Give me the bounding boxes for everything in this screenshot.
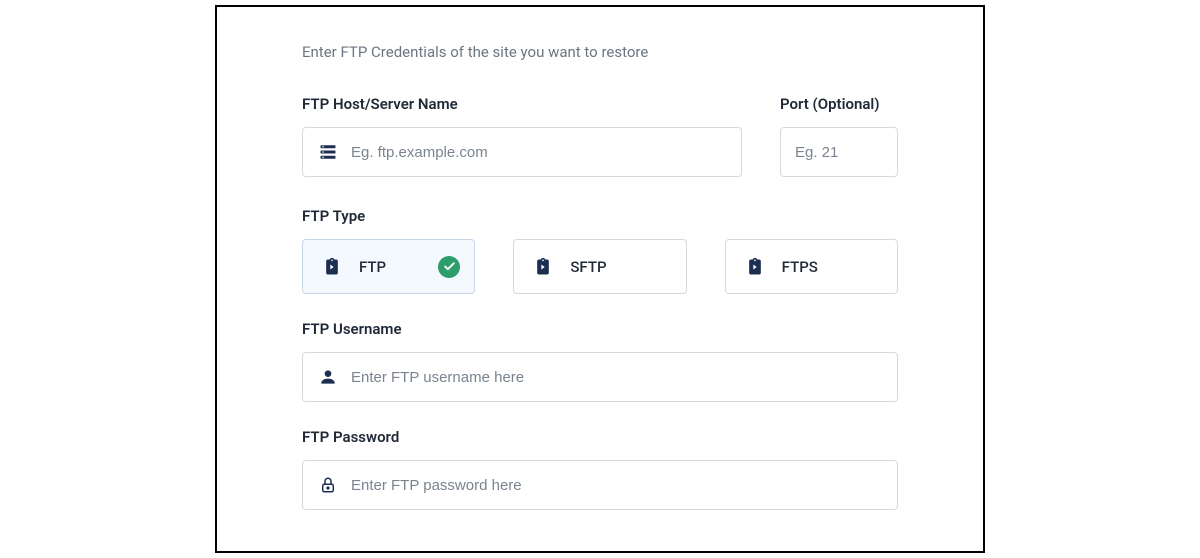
password-input-box[interactable]	[302, 460, 898, 510]
type-option-sftp[interactable]: SFTP	[513, 239, 686, 294]
username-section: FTP Username	[302, 320, 898, 402]
server-icon	[317, 141, 339, 163]
username-label: FTP Username	[302, 320, 898, 338]
type-section: FTP Type FTP	[302, 207, 898, 294]
clipboard-arrow-icon	[321, 256, 343, 278]
type-label: FTP Type	[302, 207, 898, 225]
type-option-sftp-label: SFTP	[570, 258, 606, 276]
password-label: FTP Password	[302, 428, 898, 446]
port-field-group: Port (Optional)	[780, 95, 898, 177]
host-field-group: FTP Host/Server Name	[302, 95, 742, 177]
clipboard-arrow-icon	[744, 256, 766, 278]
type-option-ftp-label: FTP	[359, 258, 386, 276]
host-input[interactable]	[351, 144, 727, 161]
username-input[interactable]	[351, 369, 883, 386]
port-input[interactable]	[795, 144, 883, 161]
host-input-box[interactable]	[302, 127, 742, 177]
password-section: FTP Password	[302, 428, 898, 510]
check-icon	[438, 256, 460, 278]
form-subtitle: Enter FTP Credentials of the site you wa…	[302, 43, 898, 61]
port-input-box[interactable]	[780, 127, 898, 177]
username-input-box[interactable]	[302, 352, 898, 402]
type-option-ftps[interactable]: FTPS	[725, 239, 898, 294]
host-port-row: FTP Host/Server Name Port (Optional)	[302, 95, 898, 177]
type-option-ftps-label: FTPS	[782, 258, 818, 276]
user-icon	[317, 366, 339, 388]
ftp-credentials-form: Enter FTP Credentials of the site you wa…	[215, 5, 985, 553]
clipboard-arrow-icon	[532, 256, 554, 278]
type-options-row: FTP SFTP	[302, 239, 898, 294]
password-input[interactable]	[351, 477, 883, 494]
type-option-ftp[interactable]: FTP	[302, 239, 475, 294]
port-label: Port (Optional)	[780, 95, 898, 113]
host-label: FTP Host/Server Name	[302, 95, 742, 113]
lock-icon	[317, 474, 339, 496]
